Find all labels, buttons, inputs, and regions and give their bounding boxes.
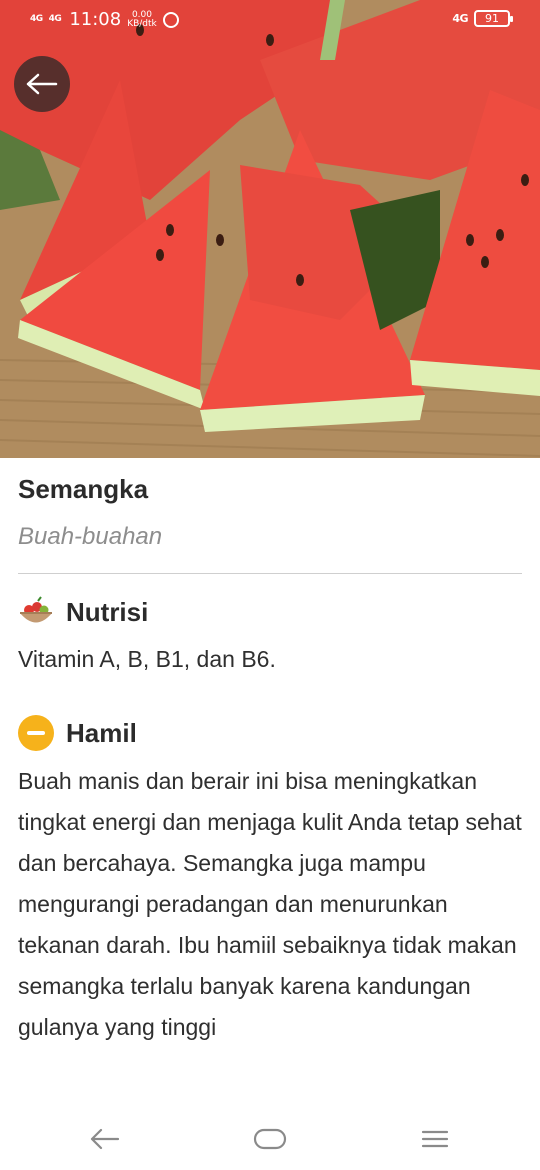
nutrisi-text: Vitamin A, B, B1, dan B6. xyxy=(18,646,276,672)
nav-menu-button[interactable] xyxy=(415,1124,455,1154)
item-category: Buah-buahan xyxy=(18,523,163,550)
network-speed-unit: KB/dtk xyxy=(127,18,157,29)
status-bar: 4G 4G 11:08 0.00 KB/dtk 4G 91 xyxy=(0,0,540,42)
hamil-title: Hamil xyxy=(66,717,137,748)
whatsapp-icon xyxy=(162,11,179,28)
nav-home-button[interactable] xyxy=(250,1124,290,1154)
back-arrow-icon xyxy=(90,1128,120,1150)
nutrisi-title: Nutrisi xyxy=(66,596,149,627)
home-icon xyxy=(253,1128,287,1150)
status-time: 11:08 xyxy=(69,9,122,30)
hero-image: 4G 4G 11:08 0.00 KB/dtk 4G 91 xyxy=(0,0,540,458)
menu-icon xyxy=(421,1130,449,1148)
minus-circle-icon xyxy=(18,715,54,751)
fruit-bowl-icon xyxy=(20,596,52,623)
nutrisi-header: Nutrisi xyxy=(18,594,148,630)
hamil-text: Buah manis dan berair ini bisa meningkat… xyxy=(18,768,522,1040)
nav-back-button[interactable] xyxy=(85,1124,125,1154)
system-nav-bar xyxy=(0,1108,540,1170)
signal-2: 4G xyxy=(48,14,62,24)
network-speed: 0.00 KB/dtk xyxy=(127,10,157,29)
hamil-header: Hamil xyxy=(18,715,137,751)
divider xyxy=(18,573,522,574)
network-type: 4G xyxy=(452,12,468,25)
battery-icon: 91 xyxy=(474,10,513,27)
back-button[interactable] xyxy=(14,56,70,112)
watermelon-photo xyxy=(0,0,540,458)
signal-1: 4G xyxy=(30,14,43,24)
item-title: Semangka xyxy=(18,474,149,504)
arrow-left-icon xyxy=(26,73,58,95)
